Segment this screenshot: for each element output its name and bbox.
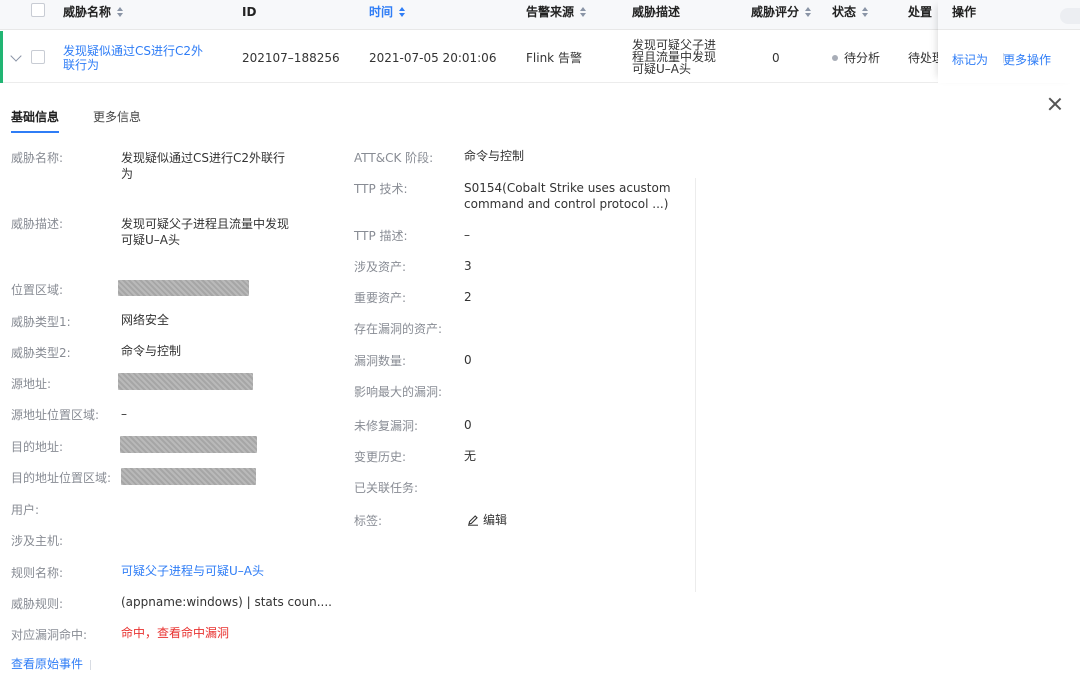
redacted-value — [121, 468, 256, 485]
field-label: 威胁类型1: — [11, 315, 71, 329]
table-row[interactable]: 发现疑似通过CS进行C2外 联行为 202107–188256 2021-07-… — [0, 31, 1080, 83]
vuln-count-value: 0 — [464, 353, 472, 367]
field-label: 规则名称: — [11, 566, 64, 580]
assets-count-value: 3 — [464, 259, 472, 273]
tab-more-info[interactable]: 更多信息 — [93, 108, 141, 125]
status-dot-icon — [832, 54, 838, 61]
field-label: 存在漏洞的资产: — [354, 322, 443, 336]
redacted-value — [118, 373, 253, 390]
rule-name-link[interactable]: 可疑父子进程与可疑U–A头 — [121, 563, 264, 579]
active-tab-indicator — [11, 131, 59, 133]
field-label: 目的地址位置区域: — [11, 471, 112, 485]
pencil-icon — [468, 514, 478, 526]
field-label: TTP 技术: — [354, 182, 408, 196]
field-label: 位置区域: — [11, 283, 64, 297]
threat-rule-value: (appname:windows) | stats coun.... — [121, 595, 332, 609]
view-raw-events-link[interactable]: 查看原始事件 — [11, 656, 83, 672]
table-header: 威胁名称 ID 时间 告警来源 威胁描述 威胁评分 状态 处置 — [0, 0, 1080, 30]
column-settings-toggle[interactable] — [1060, 8, 1080, 24]
column-header-operations: 操作 — [938, 0, 1080, 30]
threat-description-value: 发现可疑父子进程且流量中发现 可疑U–A头 — [121, 217, 290, 247]
column-header-name[interactable]: 威胁名称 — [63, 0, 124, 30]
field-label: 目的地址: — [11, 440, 64, 454]
threat-name-value: 发现疑似通过CS进行C2外联行 为 — [121, 151, 286, 181]
field-label: 用户: — [11, 503, 40, 517]
view-vuln-hits-link[interactable]: 命中，查看命中漏洞 — [121, 625, 229, 641]
close-icon[interactable] — [1047, 96, 1063, 112]
divider — [90, 660, 91, 670]
field-label: 涉及资产: — [354, 260, 407, 274]
field-label: 重要资产: — [354, 291, 407, 305]
row-checkbox[interactable] — [31, 50, 45, 64]
field-label: 威胁名称: — [11, 151, 64, 165]
field-label: 源地址: — [11, 377, 52, 391]
field-label: 涉及主机: — [11, 534, 64, 548]
sort-icon[interactable] — [117, 6, 124, 17]
ttp-description-value: – — [464, 228, 470, 242]
operations-column: 操作 — [938, 0, 1080, 83]
redacted-value — [118, 280, 249, 296]
status-badge: 待分析 — [832, 51, 880, 65]
column-header-description: 威胁描述 — [632, 5, 681, 19]
threat-type1-value: 网络安全 — [121, 313, 170, 327]
threat-id: 202107–188256 — [242, 51, 340, 65]
threat-time: 2021-07-05 20:01:06 — [369, 51, 497, 65]
field-label: 已关联任务: — [354, 481, 419, 495]
field-label: 威胁描述: — [11, 217, 64, 231]
edit-tags-button[interactable]: 编辑 — [467, 512, 507, 528]
alert-source: Flink 告警 — [526, 51, 582, 65]
field-label: 标签: — [354, 514, 383, 528]
handle-status: 待处理 — [908, 51, 938, 65]
key-assets-value: 2 — [464, 290, 472, 304]
field-label: 未修复漏洞: — [354, 419, 419, 433]
threat-type2-value: 命令与控制 — [121, 344, 182, 358]
column-header-time[interactable]: 时间 — [369, 0, 406, 30]
chevron-down-icon[interactable] — [10, 50, 22, 62]
column-header-id: ID — [242, 5, 257, 19]
column-divider — [695, 178, 696, 592]
mark-as-button[interactable]: 标记为 — [952, 51, 988, 68]
field-label: 对应漏洞命中: — [11, 628, 88, 642]
threat-name-link[interactable]: 发现疑似通过CS进行C2外 联行为 — [63, 44, 203, 72]
ttp-technique-value: S0154(Cobalt Strike uses acustom command… — [464, 181, 671, 211]
field-label: 源地址位置区域: — [11, 408, 100, 422]
field-label: 漏洞数量: — [354, 354, 407, 368]
unfixed-vuln-value: 0 — [464, 418, 472, 432]
sort-icon[interactable] — [862, 6, 869, 17]
threat-description: 发现可疑父子进 程且流量中发现 可疑U–A头 — [632, 38, 717, 76]
row-selected-marker — [0, 31, 3, 83]
field-label: TTP 描述: — [354, 229, 408, 243]
source-region-value: – — [121, 407, 127, 421]
field-label: 变更历史: — [354, 450, 407, 464]
threat-score: 0 — [772, 51, 780, 65]
sort-icon[interactable] — [399, 6, 406, 17]
field-label: ATT&CK 阶段: — [354, 151, 434, 165]
sort-icon[interactable] — [805, 6, 812, 17]
sort-icon[interactable] — [580, 6, 587, 17]
redacted-value — [120, 436, 257, 453]
field-label: 威胁类型2: — [11, 346, 71, 360]
field-label: 影响最大的漏洞: — [354, 385, 443, 399]
more-actions-button[interactable]: 更多操作 — [1003, 51, 1051, 68]
select-all-checkbox[interactable] — [31, 3, 45, 17]
attck-stage-value: 命令与控制 — [464, 149, 525, 163]
column-header-score[interactable]: 威胁评分 — [751, 0, 812, 30]
field-label: 威胁规则: — [11, 597, 64, 611]
column-header-source[interactable]: 告警来源 — [526, 0, 587, 30]
column-header-handle: 处置 — [908, 5, 933, 19]
tab-basic-info[interactable]: 基础信息 — [11, 108, 59, 125]
column-header-status[interactable]: 状态 — [832, 0, 869, 30]
change-history-value: 无 — [464, 449, 477, 463]
